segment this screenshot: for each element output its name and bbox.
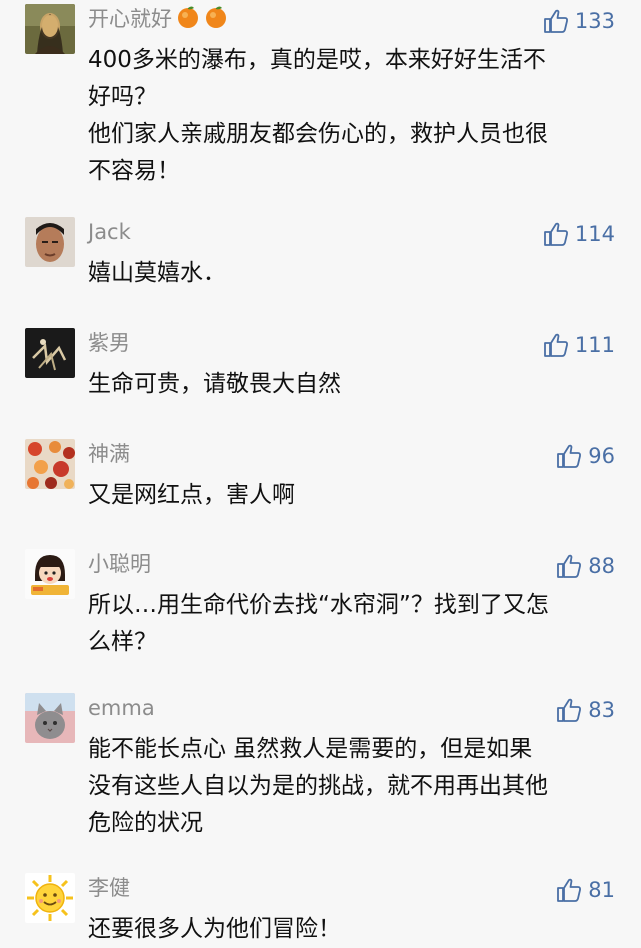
- comment-text: 生命可贵，请敬畏大自然: [88, 366, 613, 403]
- cartoon-girl-avatar[interactable]: [25, 549, 75, 599]
- comment-text: 能不能长点心 虽然救人是需要的，但是如果 没有这些人自以为是的挑战，就不用再出其…: [88, 731, 613, 842]
- author-name[interactable]: 开心就好: [88, 7, 172, 31]
- comment-line: 他们家人亲戚朋友都会伤心的，救护人员也很: [88, 121, 548, 147]
- comment-line: 又是网红点，害人啊: [88, 482, 295, 508]
- like-count: 96: [588, 444, 615, 468]
- author-name[interactable]: Jack: [88, 220, 131, 244]
- author-name[interactable]: 紫男: [88, 331, 130, 355]
- like-count: 83: [588, 698, 615, 722]
- like-count: 81: [588, 878, 615, 902]
- comment-line: 没有这些人自以为是的挑战，就不用再出其他: [88, 773, 548, 799]
- like-count: 111: [574, 333, 615, 357]
- comment-line: 么样？: [88, 629, 157, 655]
- mona-lisa-avatar[interactable]: [25, 4, 75, 54]
- comment-line: 400多米的瀑布，真的是哎，本来好好生活不: [88, 47, 546, 73]
- like-count: 133: [574, 9, 615, 33]
- sun-avatar[interactable]: [25, 873, 75, 923]
- thumbs-up-icon: [557, 444, 582, 468]
- like-button[interactable]: 88: [556, 551, 615, 581]
- thumbs-up-icon: [544, 333, 568, 357]
- comment-line: 好吗？: [88, 84, 157, 110]
- comment-item: emma 83 能不能长点心 虽然救人是需要的，但是如果 没有这些人自以为是的挑…: [0, 693, 641, 843]
- comment-item: 神满 96 又是网红点，害人啊: [0, 439, 641, 519]
- comment-line: 不容易！: [88, 158, 180, 184]
- comment-text: 又是网红点，害人啊: [88, 477, 613, 514]
- like-button[interactable]: 81: [556, 875, 615, 905]
- like-button[interactable]: 133: [543, 6, 615, 36]
- orange-icon: [176, 5, 200, 37]
- comment-item: 开心就好 133 400多米的瀑布，真的是哎，本来好好生活不 好吗？ 他们家人亲…: [0, 4, 641, 184]
- comment-item: Jack 114 嬉山莫嬉水．: [0, 217, 641, 297]
- man-face-avatar[interactable]: [25, 217, 75, 267]
- comment-text: 400多米的瀑布，真的是哎，本来好好生活不 好吗？ 他们家人亲戚朋友都会伤心的，…: [88, 42, 613, 190]
- colorful-pattern-avatar[interactable]: [25, 439, 75, 489]
- comment-author[interactable]: 紫男: [88, 328, 130, 358]
- like-button[interactable]: 83: [556, 695, 615, 725]
- like-count: 88: [588, 554, 615, 578]
- comment-item: 李健 81 还要很多人为他们冒险！: [0, 873, 641, 945]
- dark-sketch-avatar[interactable]: [25, 328, 75, 378]
- like-button[interactable]: 96: [556, 441, 615, 471]
- author-name[interactable]: emma: [88, 696, 155, 720]
- comment-item: 小聪明 88 所以…用生命代价去找“水帘洞”？找到了又怎 么样？: [0, 549, 641, 659]
- comment-author[interactable]: 开心就好: [88, 4, 228, 37]
- comment-line: 还要很多人为他们冒险！: [88, 916, 341, 942]
- comment-line: 生命可贵，请敬畏大自然: [88, 371, 341, 397]
- comment-author[interactable]: emma: [88, 693, 155, 723]
- comment-text: 嬉山莫嬉水．: [88, 255, 613, 292]
- comment-author[interactable]: Jack: [88, 217, 131, 247]
- author-name[interactable]: 小聪明: [88, 552, 151, 576]
- comment-author[interactable]: 李健: [88, 873, 130, 903]
- comment-line: 危险的状况: [88, 810, 203, 836]
- comment-list: 开心就好 133 400多米的瀑布，真的是哎，本来好好生活不 好吗？ 他们家人亲…: [0, 0, 641, 945]
- like-button[interactable]: 111: [543, 330, 615, 360]
- comment-line: 所以…用生命代价去找“水帘洞”？找到了又怎: [88, 592, 549, 618]
- thumbs-up-icon: [544, 9, 568, 33]
- comment-author[interactable]: 神满: [88, 439, 130, 469]
- like-count: 114: [574, 222, 615, 246]
- comment-author[interactable]: 小聪明: [88, 549, 151, 579]
- comment-line: 能不能长点心 虽然救人是需要的，但是如果: [88, 736, 533, 762]
- author-name[interactable]: 神满: [88, 442, 130, 466]
- comment-item: 紫男 111 生命可贵，请敬畏大自然: [0, 328, 641, 408]
- cat-avatar[interactable]: [25, 693, 75, 743]
- comment-line: 嬉山莫嬉水．: [88, 260, 226, 286]
- thumbs-up-icon: [557, 554, 582, 578]
- thumbs-up-icon: [557, 698, 582, 722]
- comment-text: 还要很多人为他们冒险！: [88, 911, 613, 948]
- comment-text: 所以…用生命代价去找“水帘洞”？找到了又怎 么样？: [88, 587, 613, 661]
- orange-icon: [204, 5, 228, 37]
- thumbs-up-icon: [544, 222, 568, 246]
- author-name[interactable]: 李健: [88, 876, 130, 900]
- thumbs-up-icon: [557, 878, 582, 902]
- like-button[interactable]: 114: [543, 219, 615, 249]
